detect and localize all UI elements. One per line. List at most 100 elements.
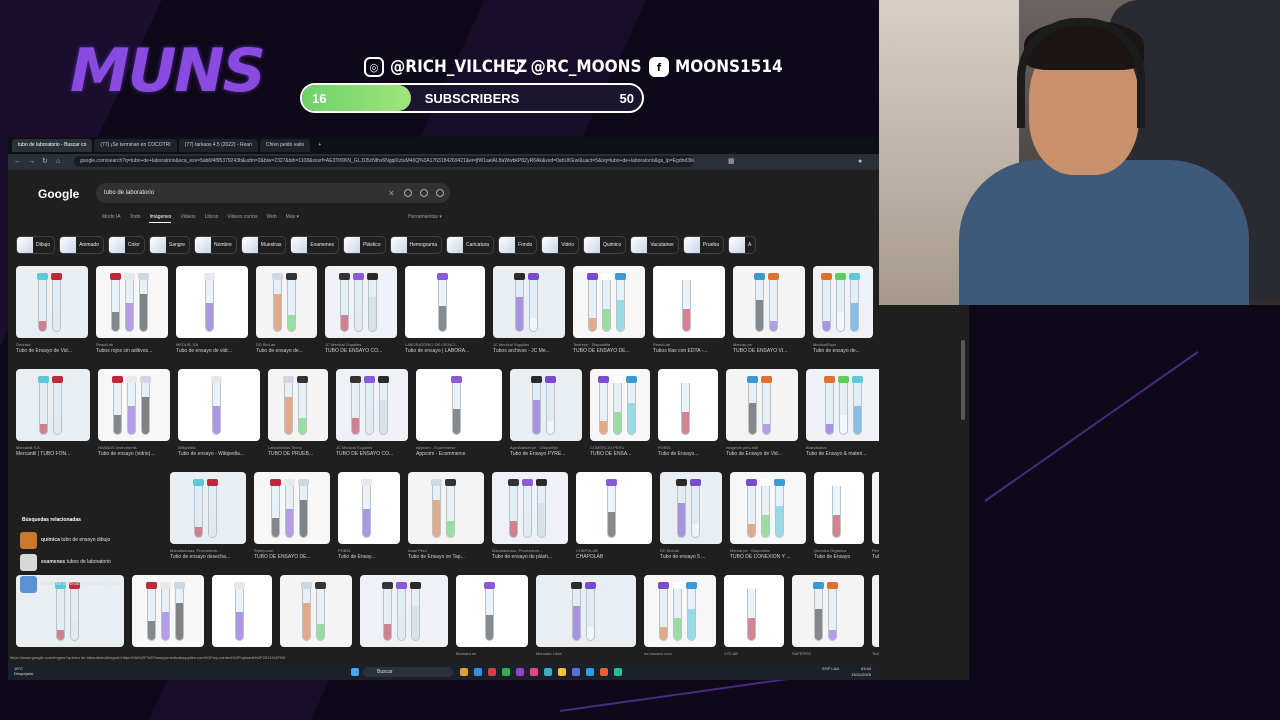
result-title[interactable]: Tubo De Ensayo Químic... [872, 554, 879, 560]
search-tab[interactable]: Libros [205, 214, 219, 223]
image-result-card[interactable] [280, 575, 352, 652]
image-result-card[interactable]: POBEL Tubo de Ensayo... [658, 369, 718, 457]
result-thumbnail[interactable] [268, 369, 328, 441]
back-icon[interactable]: ← [14, 158, 21, 165]
image-result-card[interactable]: reagente.peru.ekit Tubo de Ensayo de Vid.… [726, 369, 798, 457]
image-result-card[interactable]: Appcom - Ecommerce Appcom - Ecommerce [416, 369, 502, 457]
image-result-card[interactable]: ReactLab Tubos rojos sin aditivos... [96, 266, 168, 354]
result-title[interactable]: Tubo de ensayo 5 ... [660, 554, 722, 560]
filter-chip[interactable]: Caricatura [446, 236, 495, 254]
result-thumbnail[interactable] [792, 575, 864, 647]
result-title[interactable]: TUBO DE CONEXIÓN Y ... [730, 554, 806, 560]
filter-chip[interactable]: Hemograma [389, 236, 443, 254]
taskbar-app-icon[interactable] [558, 668, 566, 676]
image-result-card[interactable]: VITLAB [724, 575, 784, 657]
taskbar-app-icon[interactable] [488, 668, 496, 676]
result-title[interactable]: Tubos lilas con EDTA -... [653, 348, 725, 354]
filter-chip[interactable]: Examenes [290, 236, 339, 254]
search-tab[interactable]: Web [266, 214, 276, 223]
taskbar-app-icon[interactable] [502, 668, 510, 676]
result-thumbnail[interactable] [456, 575, 528, 647]
profile-icon[interactable]: ● [858, 158, 865, 165]
result-title[interactable]: CHAPOLAB [576, 554, 652, 560]
result-thumbnail[interactable] [360, 575, 448, 647]
taskbar-search[interactable]: Buscar [363, 667, 453, 677]
browser-tab[interactable]: tubo de laboratorio - Buscar co [12, 139, 93, 152]
result-title[interactable]: Tubo de Ensayo PYRE... [510, 451, 582, 457]
filter-chip[interactable]: Prueba [682, 236, 724, 254]
result-thumbnail[interactable] [872, 575, 879, 647]
result-title[interactable]: Tubo de ensayo de... [813, 348, 873, 354]
result-thumbnail[interactable] [590, 369, 650, 441]
result-thumbnail[interactable] [644, 575, 716, 647]
result-title[interactable]: Tubos archivos - JC Me... [493, 348, 565, 354]
search-tab[interactable]: Imágenes [149, 214, 172, 223]
image-result-card[interactable]: Tecfresh · Disponible TUBO DE ENSAYO DE..… [573, 266, 645, 354]
taskbar-app-icon[interactable] [586, 668, 594, 676]
result-thumbnail[interactable] [256, 266, 317, 338]
home-icon[interactable]: ⌂ [56, 158, 63, 165]
google-logo[interactable]: Google [38, 187, 79, 201]
result-thumbnail[interactable] [416, 369, 502, 441]
image-result-card[interactable] [360, 575, 448, 652]
search-tab[interactable]: Videos cortos [227, 214, 257, 223]
result-title[interactable]: TUBO DE ENSAYO DE... [254, 554, 330, 560]
image-result-card[interactable]: JC Medical Supplies TUBO DE ENSAYO CO... [325, 266, 397, 354]
result-thumbnail[interactable] [408, 472, 484, 544]
search-tab[interactable]: Modo IA [102, 214, 121, 223]
filter-chip[interactable]: Nombre [194, 236, 237, 254]
tools-button[interactable]: Herramientas ▾ [408, 214, 442, 220]
result-thumbnail[interactable] [730, 472, 806, 544]
result-thumbnail[interactable] [733, 266, 805, 338]
result-thumbnail[interactable] [170, 472, 246, 544]
image-result-card[interactable]: JC Medical Supplies Tubos archivos - JC M… [493, 266, 565, 354]
result-thumbnail[interactable] [573, 266, 645, 338]
microphone-icon[interactable] [404, 189, 412, 197]
url-input[interactable]: google.com/search?q=tubo+de+laboratorio&… [74, 156, 694, 167]
image-result-card[interactable]: HANNAS Instruments Tubo de ensayo (vidrio… [98, 369, 170, 457]
result-thumbnail[interactable] [726, 369, 798, 441]
clear-icon[interactable]: × [389, 183, 394, 203]
result-title[interactable]: TUBO DE ENSAYO CO... [336, 451, 408, 457]
language-indicator[interactable]: ESP LAA [822, 666, 839, 672]
taskbar-app-icon[interactable] [530, 668, 538, 676]
image-result-card[interactable]: DD BioLab Tubo de ensayo 5 ... [660, 472, 722, 560]
taskbar-app-icon[interactable] [460, 668, 468, 676]
result-thumbnail[interactable] [536, 575, 636, 647]
search-tab[interactable]: Videos [180, 214, 195, 223]
taskbar-app-icon[interactable] [516, 668, 524, 676]
image-result-card[interactable]: Tecfresh · Disponible [872, 575, 879, 657]
image-result-card[interactable]: Mercar.pe · Disponible TUBO DE CONEXIÓN Y… [730, 472, 806, 560]
result-title[interactable]: Tubo de Ensayo & materi... [806, 451, 879, 457]
filter-chip[interactable]: Vidrio [541, 236, 579, 254]
filter-chip[interactable]: Sangre [148, 236, 190, 254]
result-thumbnail[interactable] [872, 472, 879, 544]
image-result-card[interactable]: Oechsle Tubo de Ensayo de Vid... [16, 266, 88, 354]
image-result-card[interactable]: ReactLab Tubos lilas con EDTA -... [653, 266, 725, 354]
result-thumbnail[interactable] [405, 266, 485, 338]
filter-chip[interactable]: Plástico [342, 236, 386, 254]
image-result-card[interactable]: Mercado Libre [536, 575, 636, 657]
result-thumbnail[interactable] [658, 369, 718, 441]
search-tab[interactable]: Todo [130, 214, 141, 223]
camera-lens-icon[interactable] [420, 189, 428, 197]
result-thumbnail[interactable] [176, 266, 248, 338]
result-thumbnail[interactable] [510, 369, 582, 441]
result-thumbnail[interactable] [576, 472, 652, 544]
result-title[interactable]: Tubos rojos sin aditivos... [96, 348, 168, 354]
scrollbar-thumb[interactable] [961, 340, 965, 420]
image-result-card[interactable]: Ripley.com TUBO DE ENSAYO DE... [254, 472, 330, 560]
result-title[interactable]: Tubo de ensayo de plásti... [492, 554, 568, 560]
related-search-item[interactable]: química tubo de ensayo dibujo [16, 529, 162, 551]
filter-chip[interactable]: Fondo [498, 236, 538, 254]
image-result-card[interactable]: Biomam.pe [456, 575, 528, 657]
filter-chip[interactable]: Color [107, 236, 145, 254]
result-title[interactable]: Tubo de ensayo (vidrio)... [98, 451, 170, 457]
image-result-card[interactable]: Arasi Peru Tubo de Ensayo on Tap... [408, 472, 484, 560]
image-result-card[interactable]: AgroMarket.pe · Disponible Tubo de Ensayo… [510, 369, 582, 457]
result-thumbnail[interactable] [813, 266, 873, 338]
image-result-card[interactable]: Manufacturas, Proveedore... Tubo de ensay… [170, 472, 246, 560]
result-thumbnail[interactable] [653, 266, 725, 338]
result-thumbnail[interactable] [178, 369, 260, 441]
result-title[interactable]: Tubo de Ensayo on Tap... [408, 554, 484, 560]
